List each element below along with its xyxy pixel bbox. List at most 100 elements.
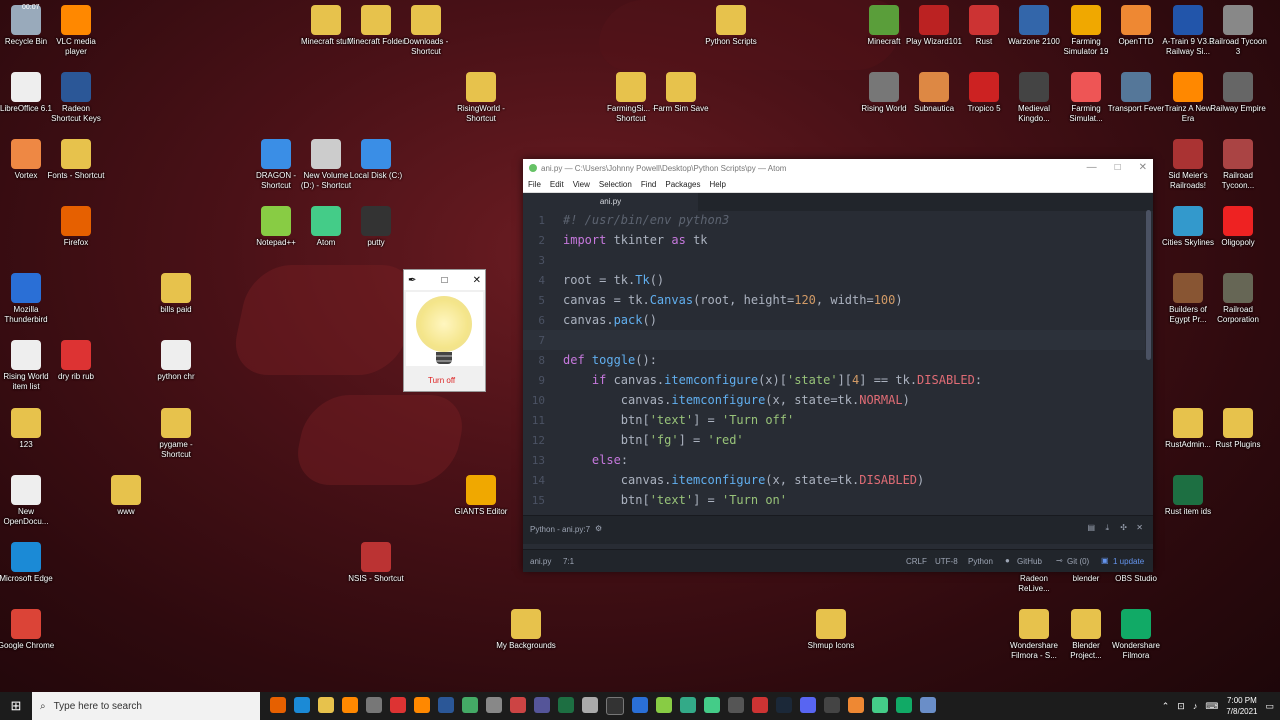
menu-help[interactable]: Help: [710, 180, 726, 189]
network-icon[interactable]: ⊡: [1177, 701, 1185, 712]
desktop-icon[interactable]: My Backgrounds: [496, 609, 556, 651]
status-encoding[interactable]: UTF-8: [935, 557, 958, 566]
desktop-icon[interactable]: Microsoft Edge: [0, 542, 56, 584]
app-icon[interactable]: [414, 697, 430, 713]
minimize-icon[interactable]: —: [1087, 162, 1097, 173]
menu-view[interactable]: View: [573, 180, 590, 189]
panel-close-icon[interactable]: ✕: [1136, 523, 1143, 532]
desktop-icon[interactable]: Railroad Corporation: [1208, 273, 1268, 325]
keyboard-icon[interactable]: ⌨: [1205, 701, 1218, 712]
desktop-icon[interactable]: 123: [0, 408, 56, 450]
app-icon[interactable]: [462, 697, 478, 713]
desktop-icon[interactable]: Wondershare Filmora: [1106, 609, 1166, 661]
word-icon[interactable]: [438, 697, 454, 713]
desktop-icon[interactable]: putty: [346, 206, 406, 248]
atom-icon[interactable]: [704, 697, 720, 713]
desktop-icon[interactable]: Fonts - Shortcut: [46, 139, 106, 181]
notepadpp-icon[interactable]: [656, 697, 672, 713]
desktop-icon[interactable]: Oligopoly: [1208, 206, 1268, 248]
app-icon[interactable]: [848, 697, 864, 713]
app-icon[interactable]: [366, 697, 382, 713]
editor-scrollbar[interactable]: [1146, 210, 1151, 360]
app-icon[interactable]: [486, 697, 502, 713]
app-icon[interactable]: [582, 697, 598, 713]
menu-selection[interactable]: Selection: [599, 180, 632, 189]
desktop-icon[interactable]: Radeon Shortcut Keys: [46, 72, 106, 124]
status-cursor[interactable]: 7:1: [563, 557, 574, 566]
app-icon[interactable]: [680, 697, 696, 713]
firefox-icon[interactable]: [270, 697, 286, 713]
atom-window[interactable]: ani.py — C:\Users\Johnny Powell\Desktop\…: [523, 159, 1153, 572]
desktop-icon[interactable]: Mozilla Thunderbird: [0, 273, 56, 325]
desktop-icon[interactable]: Transport Fever: [1106, 72, 1166, 114]
tk-python-icon[interactable]: [920, 697, 936, 713]
tk-titlebar[interactable]: ✒ □ ✕: [404, 270, 485, 290]
code-editor[interactable]: 1 #! /usr/bin/env python3 2 import tkinter…: [523, 210, 1145, 512]
pin-icon[interactable]: ✣: [1120, 523, 1127, 532]
vlc-icon[interactable]: [342, 697, 358, 713]
desktop-icon[interactable]: VLC media player: [46, 5, 106, 57]
desktop-icon[interactable]: Railway Empire: [1208, 72, 1268, 114]
discord-icon[interactable]: [800, 697, 816, 713]
desktop-icon[interactable]: Medieval Kingdo...: [1004, 72, 1064, 124]
desktop-icon[interactable]: Firefox: [46, 206, 106, 248]
desktop-icon[interactable]: RisingWorld - Shortcut: [451, 72, 511, 124]
desktop-icon[interactable]: bills paid: [146, 273, 206, 315]
status-line-ending[interactable]: CRLF: [906, 557, 927, 566]
app-icon[interactable]: [510, 697, 526, 713]
desktop-icon[interactable]: Farm Sim Save: [651, 72, 711, 114]
volume-icon[interactable]: ♪: [1193, 701, 1198, 711]
desktop-icon[interactable]: www: [96, 475, 156, 517]
tab-ani-py[interactable]: ani.py: [523, 193, 698, 211]
desktop-icon[interactable]: Wondershare Filmora - S...: [1004, 609, 1064, 661]
desktop-icon[interactable]: Warzone 2100: [1004, 5, 1064, 47]
status-grammar[interactable]: Python: [968, 557, 993, 566]
app-icon[interactable]: [872, 697, 888, 713]
close-icon[interactable]: ✕: [473, 275, 481, 286]
desktop-icon[interactable]: NSIS - Shortcut: [346, 542, 406, 584]
settings-icon[interactable]: ⚙: [595, 524, 602, 533]
menu-find[interactable]: Find: [641, 180, 657, 189]
desktop-icon[interactable]: GIANTS Editor: [451, 475, 511, 517]
desktop-icon[interactable]: python chr: [146, 340, 206, 382]
desktop-icon[interactable]: Shmup Icons: [801, 609, 861, 651]
terminal-icon[interactable]: [606, 697, 624, 715]
maximize-icon[interactable]: □: [441, 275, 447, 286]
app-icon[interactable]: [534, 697, 550, 713]
filmora-icon[interactable]: [896, 697, 912, 713]
toggle-button[interactable]: Turn off: [428, 376, 455, 385]
desktop-icon[interactable]: pygame - Shortcut: [146, 408, 206, 460]
chevron-up-icon[interactable]: ⌃: [1162, 701, 1170, 712]
desktop-icon[interactable]: New OpenDocu...: [0, 475, 56, 527]
atom-titlebar[interactable]: ani.py — C:\Users\Johnny Powell\Desktop\…: [523, 159, 1153, 177]
steam-icon[interactable]: [776, 697, 792, 713]
windows-start-icon[interactable]: ⊞: [0, 692, 32, 720]
desktop-icon[interactable]: dry rib rub: [46, 340, 106, 382]
app-icon[interactable]: [824, 697, 840, 713]
status-update[interactable]: 1 update: [1113, 557, 1144, 566]
excel-icon[interactable]: [558, 697, 574, 713]
edge-icon[interactable]: [294, 697, 310, 713]
close-icon[interactable]: ✕: [1139, 162, 1147, 173]
notification-icon[interactable]: ▭: [1265, 701, 1274, 712]
file-icon[interactable]: ▤: [1087, 523, 1095, 532]
app-icon[interactable]: [752, 697, 768, 713]
desktop-icon[interactable]: Railroad Tycoon 3: [1208, 5, 1268, 57]
desktop-icon[interactable]: Python Scripts: [701, 5, 761, 47]
taskbar-search[interactable]: ⌕ Type here to search: [32, 692, 260, 720]
desktop-icon[interactable]: Downloads - Shortcut: [396, 5, 456, 57]
file-explorer-icon[interactable]: [318, 697, 334, 713]
taskbar-clock[interactable]: 7:00 PM 7/8/2021: [1226, 695, 1257, 717]
desktop-icon[interactable]: Rust Plugins: [1208, 408, 1268, 450]
tk-window[interactable]: ✒ □ ✕ Turn off: [403, 269, 486, 392]
menu-file[interactable]: File: [528, 180, 541, 189]
menu-packages[interactable]: Packages: [665, 180, 700, 189]
desktop-icon[interactable]: OpenTTD: [1106, 5, 1166, 47]
status-file[interactable]: ani.py: [530, 557, 551, 566]
app-icon[interactable]: [390, 697, 406, 713]
maximize-icon[interactable]: □: [1115, 162, 1121, 173]
status-git[interactable]: Git (0): [1067, 557, 1089, 566]
app-icon[interactable]: [728, 697, 744, 713]
menu-edit[interactable]: Edit: [550, 180, 564, 189]
app-icon[interactable]: [632, 697, 648, 713]
